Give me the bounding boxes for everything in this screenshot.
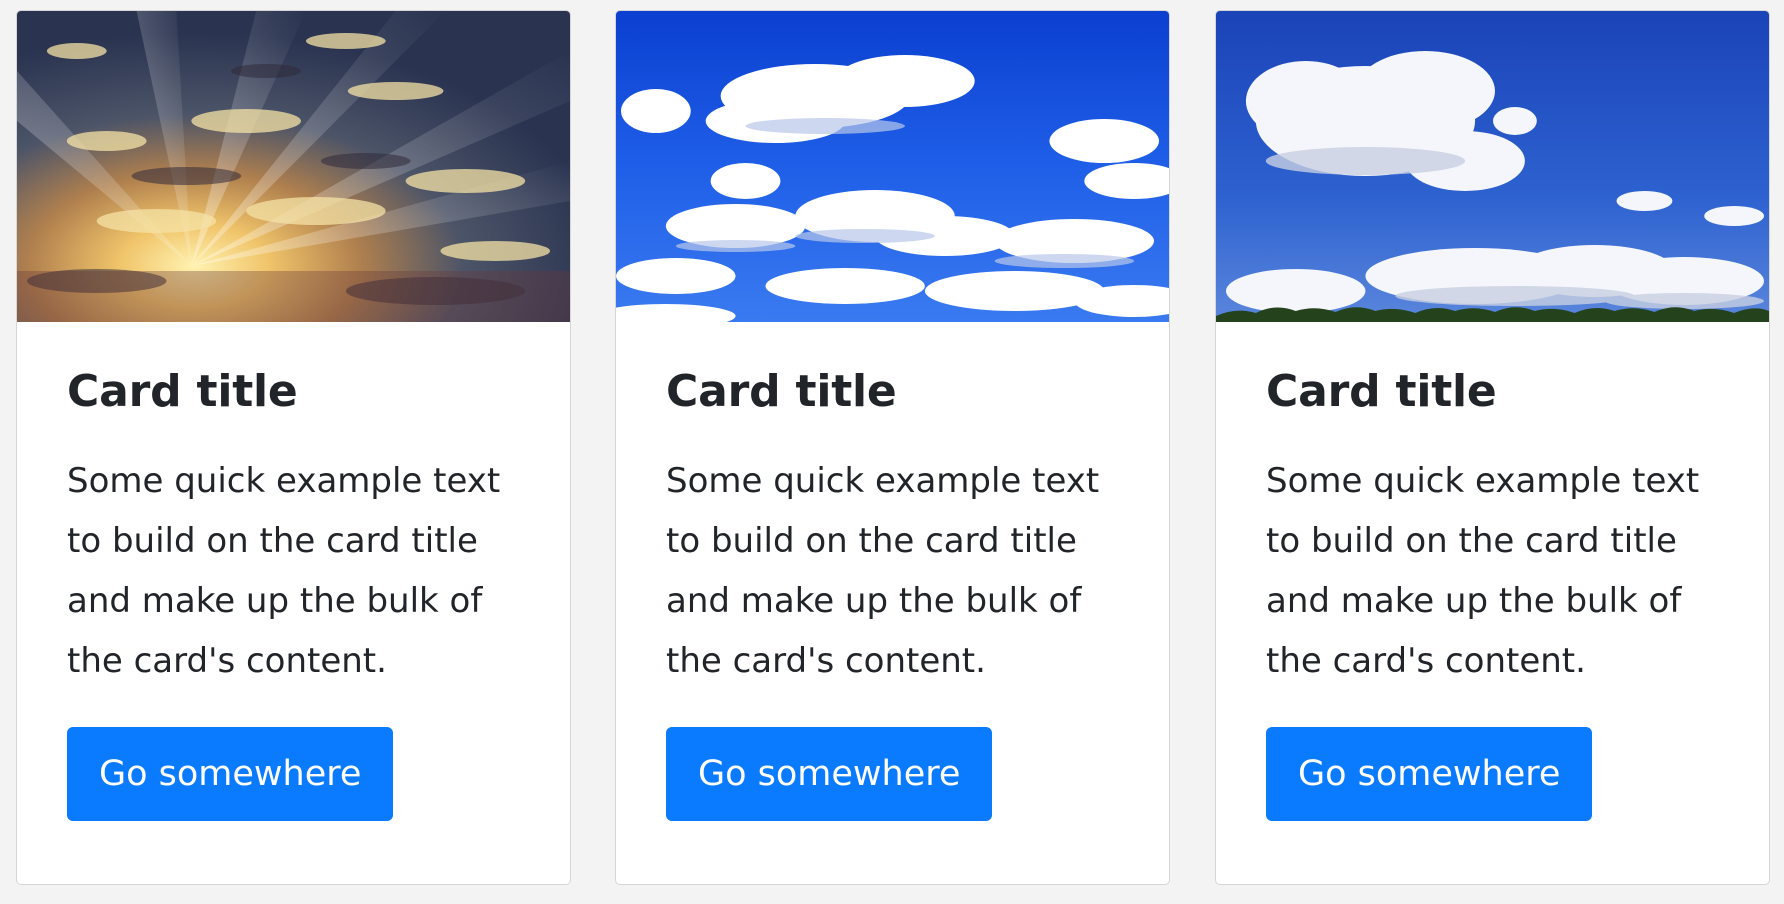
sunset-clouds-image — [17, 11, 570, 322]
card-title: Card title — [666, 366, 897, 417]
card: Card title Some quick example text to bu… — [1215, 10, 1770, 885]
card-body: Card title Some quick example text to bu… — [17, 322, 570, 821]
card-text: Some quick example text to build on the … — [666, 460, 1100, 681]
card-body: Card title Some quick example text to bu… — [616, 322, 1169, 821]
go-somewhere-button[interactable]: Go somewhere — [1266, 726, 1593, 821]
blue-sky-clouds-image — [616, 11, 1169, 322]
card-text: Some quick example text to build on the … — [1266, 460, 1700, 681]
card-title: Card title — [1266, 366, 1497, 417]
card-text: Some quick example text to build on the … — [67, 460, 501, 681]
card-body: Card title Some quick example text to bu… — [1216, 322, 1769, 821]
go-somewhere-button[interactable]: Go somewhere — [666, 726, 993, 821]
go-somewhere-button[interactable]: Go somewhere — [67, 726, 394, 821]
card: Card title Some quick example text to bu… — [615, 10, 1170, 885]
card: Card title Some quick example text to bu… — [16, 10, 571, 885]
card-title: Card title — [67, 366, 298, 417]
card-row: Card title Some quick example text to bu… — [0, 0, 1784, 904]
sky-clouds-treeline-image — [1216, 11, 1769, 322]
